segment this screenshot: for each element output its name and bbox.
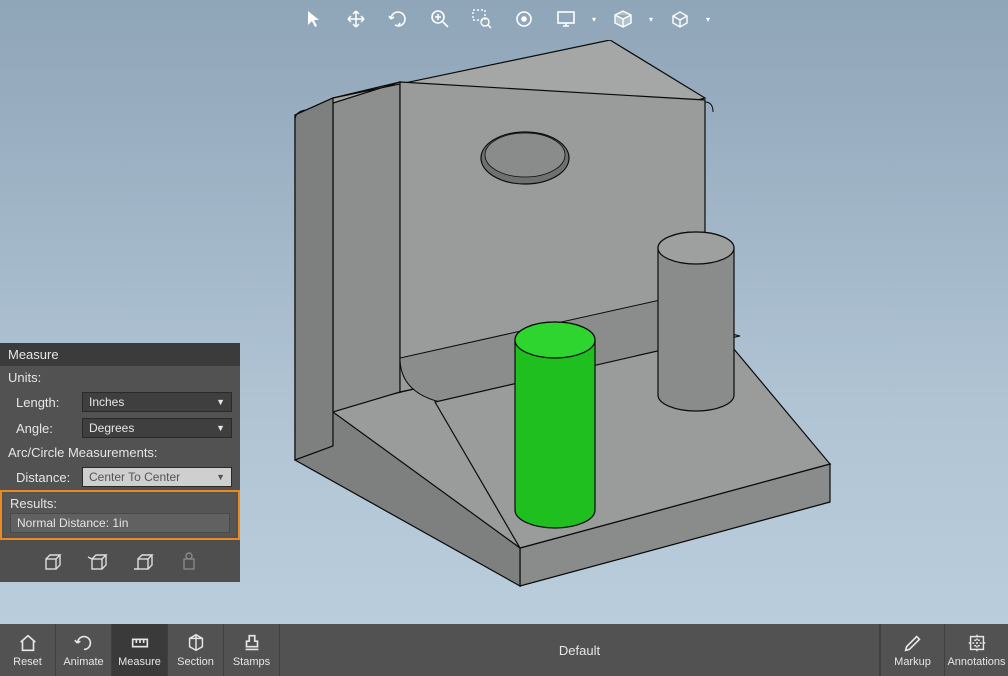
stamps-label: Stamps xyxy=(233,656,270,668)
center-text: Default xyxy=(559,643,600,658)
dropdown-caret-icon[interactable]: ▾ xyxy=(706,17,711,22)
pointer-tool[interactable] xyxy=(298,4,330,34)
annotations-label: Annotations xyxy=(947,656,1005,668)
results-box: Results: Normal Distance: 1in xyxy=(0,490,240,540)
caret-down-icon: ▼ xyxy=(216,472,225,482)
arc-section-label: Arc/Circle Measurements: xyxy=(0,441,240,464)
panel-tool-row xyxy=(0,540,240,582)
angle-select[interactable]: Degrees ▼ xyxy=(82,418,232,438)
measure-opt-1[interactable] xyxy=(37,548,65,576)
length-select[interactable]: Inches ▼ xyxy=(82,392,232,412)
caret-down-icon: ▼ xyxy=(216,397,225,407)
dropdown-caret-icon[interactable]: ▾ xyxy=(592,17,597,22)
reset-button[interactable]: Reset xyxy=(0,624,56,676)
top-toolbar: ▾ ▾ ▾ xyxy=(0,0,1008,36)
dropdown-caret-icon[interactable]: ▾ xyxy=(649,17,654,22)
angle-label: Angle: xyxy=(16,421,76,436)
zoom-tool[interactable] xyxy=(424,4,456,34)
measure-opt-2[interactable] xyxy=(83,548,111,576)
orbit-tool[interactable] xyxy=(382,4,414,34)
section-button[interactable]: Section xyxy=(168,624,224,676)
measure-panel: Measure Units: Length: Inches ▼ Angle: D… xyxy=(0,343,240,582)
wall-hole-inner xyxy=(485,133,565,177)
section-label: Section xyxy=(177,656,214,668)
green-cyl-top[interactable] xyxy=(515,322,595,358)
bottom-bar: Reset Animate Measure Section Stamps Def… xyxy=(0,624,1008,676)
panel-title: Measure xyxy=(0,343,240,366)
distance-value: Center To Center xyxy=(89,470,180,484)
length-label: Length: xyxy=(16,395,76,410)
zoom-fit-tool[interactable] xyxy=(508,4,540,34)
animate-button[interactable]: Animate xyxy=(56,624,112,676)
model-3d[interactable] xyxy=(265,40,885,600)
measure-opt-3[interactable] xyxy=(129,548,157,576)
units-section-label: Units: xyxy=(0,366,240,389)
pan-tool[interactable] xyxy=(340,4,372,34)
zoom-area-tool[interactable] xyxy=(466,4,498,34)
distance-select[interactable]: Center To Center ▼ xyxy=(82,467,232,487)
grey-cyl-top[interactable] xyxy=(658,232,734,264)
measure-label: Measure xyxy=(118,656,161,668)
results-value: Normal Distance: 1in xyxy=(10,513,230,533)
wall-left-tall[interactable] xyxy=(295,98,333,460)
stamps-button[interactable]: Stamps xyxy=(224,624,280,676)
reset-label: Reset xyxy=(13,656,42,668)
animate-label: Animate xyxy=(63,656,103,668)
center-status: Default xyxy=(280,624,880,676)
caret-down-icon: ▼ xyxy=(216,423,225,433)
length-value: Inches xyxy=(89,395,124,409)
results-label: Results: xyxy=(10,496,230,511)
display-mode-tool[interactable] xyxy=(550,4,582,34)
back-wall-front-face[interactable] xyxy=(333,82,400,412)
measure-opt-4[interactable] xyxy=(175,548,203,576)
view-cube-tool[interactable] xyxy=(664,4,696,34)
markup-button[interactable]: Markup xyxy=(880,624,944,676)
measure-button[interactable]: Measure xyxy=(112,624,168,676)
angle-value: Degrees xyxy=(89,421,134,435)
distance-label: Distance: xyxy=(16,470,76,485)
markup-label: Markup xyxy=(894,656,931,668)
render-tool[interactable] xyxy=(607,4,639,34)
annotations-button[interactable]: Annotations xyxy=(944,624,1008,676)
